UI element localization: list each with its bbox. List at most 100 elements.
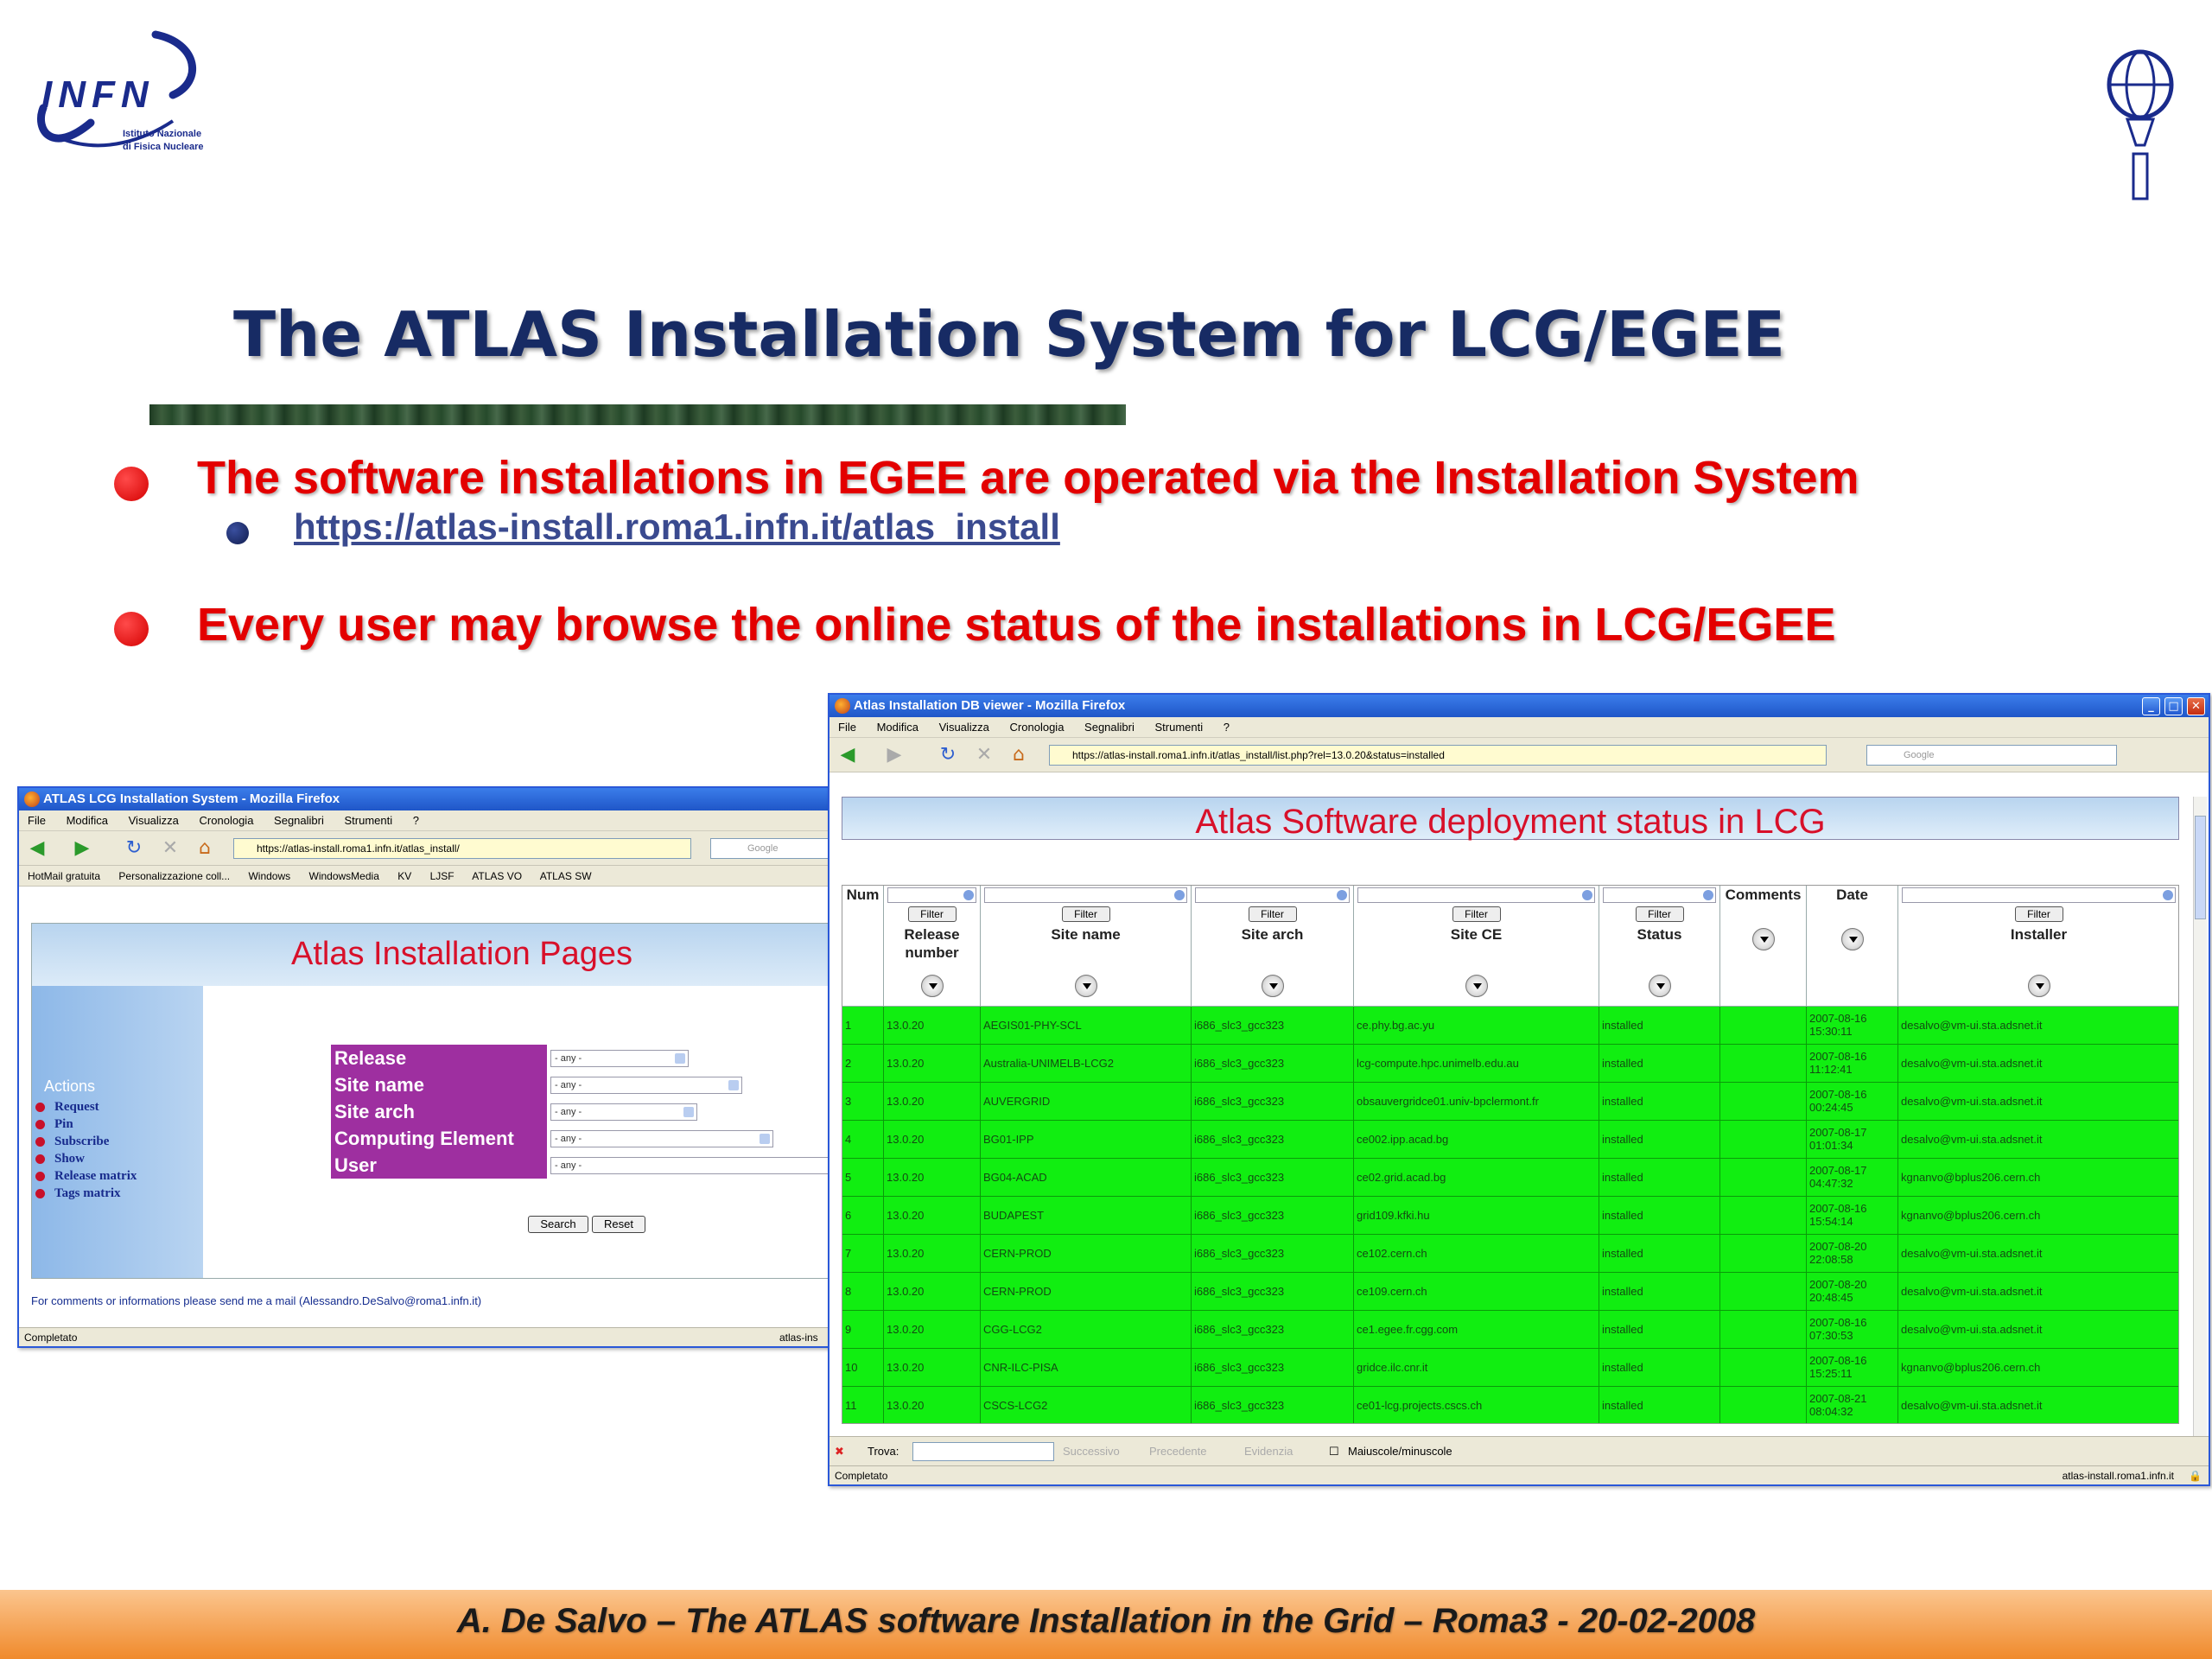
window-title-bar: ATLAS LCG Installation System - Mozilla … <box>19 788 836 810</box>
menu-visualizza[interactable]: Visualizza <box>129 814 179 827</box>
menu-strumenti[interactable]: Strumenti <box>1155 721 1204 734</box>
atlas-install-link[interactable]: https://atlas-install.roma1.infn.it/atla… <box>294 506 1060 548</box>
bookmark-item[interactable]: Windows <box>248 870 290 882</box>
filter-select[interactable] <box>1357 887 1595 903</box>
menu-segnalibri[interactable]: Segnalibri <box>274 814 324 827</box>
menu-strumenti[interactable]: Strumenti <box>345 814 393 827</box>
filter-button[interactable]: Filter <box>907 906 957 922</box>
table-cell: 10 <box>842 1349 884 1387</box>
search-box[interactable]: Google <box>1866 745 2117 766</box>
site-arch-select[interactable]: - any - <box>550 1103 697 1121</box>
sort-icon[interactable] <box>1261 975 1284 997</box>
menu-cronologia[interactable]: Cronologia <box>1010 721 1065 734</box>
find-previous-button[interactable]: Precedente <box>1149 1437 1207 1466</box>
bookmark-item[interactable]: ATLAS VO <box>472 870 522 882</box>
home-icon[interactable]: ⌂ <box>1007 745 1030 766</box>
close-icon[interactable]: ✕ <box>2187 697 2205 715</box>
bookmark-item[interactable]: Personalizzazione coll... <box>118 870 230 882</box>
table-cell: ce.phy.bg.ac.yu <box>1354 1007 1599 1045</box>
url-bar[interactable]: https://atlas-install.roma1.infn.it/atla… <box>1049 745 1827 766</box>
find-input[interactable] <box>912 1442 1054 1461</box>
column-label: Release number <box>904 926 960 961</box>
search-button[interactable]: Search <box>528 1216 588 1233</box>
search-box[interactable]: Google <box>710 838 836 859</box>
sort-icon[interactable] <box>920 975 944 997</box>
menu-help[interactable]: ? <box>413 814 419 827</box>
filter-button[interactable]: Filter <box>2014 906 2063 922</box>
stop-icon[interactable]: ✕ <box>159 838 181 859</box>
menu-file[interactable]: File <box>28 814 46 827</box>
scrollbar-thumb[interactable] <box>2195 816 2206 919</box>
sort-icon[interactable] <box>1840 928 1864 950</box>
forward-icon[interactable]: ▶ <box>71 838 93 859</box>
menu-cronologia[interactable]: Cronologia <box>200 814 254 827</box>
action-subscribe[interactable]: Subscribe <box>35 1135 109 1149</box>
filter-button[interactable]: Filter <box>1061 906 1110 922</box>
sort-icon[interactable] <box>1074 975 1097 997</box>
navigation-toolbar: ◀ ▶ ↻ ✕ ⌂ https://atlas-install.roma1.in… <box>830 738 2209 772</box>
filter-button[interactable]: Filter <box>1452 906 1501 922</box>
bookmark-item[interactable]: HotMail gratuita <box>28 870 100 882</box>
computing-element-select[interactable]: - any - <box>550 1130 773 1147</box>
bookmark-item[interactable]: WindowsMedia <box>309 870 379 882</box>
reload-icon[interactable]: ↻ <box>123 838 145 859</box>
action-tags-matrix[interactable]: Tags matrix <box>35 1186 121 1201</box>
reset-button[interactable]: Reset <box>592 1216 645 1233</box>
table-cell: 2007-08-16 07:30:53 <box>1807 1311 1898 1349</box>
menu-segnalibri[interactable]: Segnalibri <box>1084 721 1135 734</box>
table-cell: BG04-ACAD <box>981 1159 1192 1197</box>
filter-select[interactable] <box>984 887 1187 903</box>
filter-select[interactable] <box>1603 887 1716 903</box>
column-label: Num <box>846 887 880 903</box>
back-icon[interactable]: ◀ <box>836 745 859 766</box>
menu-visualizza[interactable]: Visualizza <box>939 721 989 734</box>
table-cell: 13.0.20 <box>884 1197 981 1235</box>
status-host: atlas-ins <box>779 1332 818 1344</box>
window-title: ATLAS LCG Installation System - Mozilla … <box>43 791 340 806</box>
action-release-matrix[interactable]: Release matrix <box>35 1169 137 1184</box>
sort-icon[interactable] <box>1648 975 1671 997</box>
filter-select[interactable] <box>1195 887 1350 903</box>
sort-icon[interactable] <box>1751 928 1775 950</box>
table-cell: 2007-08-20 22:08:58 <box>1807 1235 1898 1273</box>
filter-button[interactable]: Filter <box>1248 906 1297 922</box>
menu-file[interactable]: File <box>838 721 856 734</box>
bookmark-item[interactable]: KV <box>397 870 411 882</box>
forward-icon[interactable]: ▶ <box>883 745 906 766</box>
sort-icon[interactable] <box>1465 975 1488 997</box>
action-show[interactable]: Show <box>35 1152 85 1166</box>
reload-icon[interactable]: ↻ <box>937 745 959 766</box>
filter-select[interactable] <box>1902 887 2176 903</box>
stop-icon[interactable]: ✕ <box>973 745 995 766</box>
sort-icon[interactable] <box>2027 975 2050 997</box>
highlight-button[interactable]: Evidenzia <box>1244 1437 1293 1466</box>
menu-help[interactable]: ? <box>1224 721 1230 734</box>
release-select[interactable]: - any - <box>550 1050 689 1067</box>
table-cell: i686_slc3_gcc323 <box>1192 1045 1354 1083</box>
close-find-icon[interactable]: ✖ <box>835 1437 844 1466</box>
url-bar[interactable]: https://atlas-install.roma1.infn.it/atla… <box>233 838 691 859</box>
filter-button[interactable]: Filter <box>1635 906 1684 922</box>
back-icon[interactable]: ◀ <box>26 838 48 859</box>
table-cell: 2007-08-16 15:25:11 <box>1807 1349 1898 1387</box>
action-pin[interactable]: Pin <box>35 1117 73 1132</box>
page-title: Atlas Software deployment status in LCG <box>1195 803 1826 841</box>
table-cell: 6 <box>842 1197 884 1235</box>
home-icon[interactable]: ⌂ <box>194 838 216 859</box>
menu-modifica[interactable]: Modifica <box>877 721 918 734</box>
table-cell: CNR-ILC-PISA <box>981 1349 1192 1387</box>
menu-modifica[interactable]: Modifica <box>67 814 108 827</box>
table-cell: 13.0.20 <box>884 1083 981 1121</box>
minimize-icon[interactable]: _ <box>2142 697 2160 715</box>
bookmark-item[interactable]: ATLAS SW <box>540 870 592 882</box>
table-cell: desalvo@vm-ui.sta.adsnet.it <box>1898 1083 2178 1121</box>
vertical-scrollbar[interactable] <box>2193 797 2207 1438</box>
user-select[interactable]: - any - <box>550 1157 836 1174</box>
filter-select[interactable] <box>887 887 976 903</box>
bookmark-item[interactable]: LJSF <box>430 870 454 882</box>
match-case-checkbox[interactable]: ☐ <box>1329 1437 1339 1466</box>
action-request[interactable]: Request <box>35 1100 99 1115</box>
maximize-icon[interactable]: □ <box>2164 697 2183 715</box>
find-next-button[interactable]: Successivo <box>1063 1437 1120 1466</box>
site-name-select[interactable]: - any - <box>550 1077 742 1094</box>
